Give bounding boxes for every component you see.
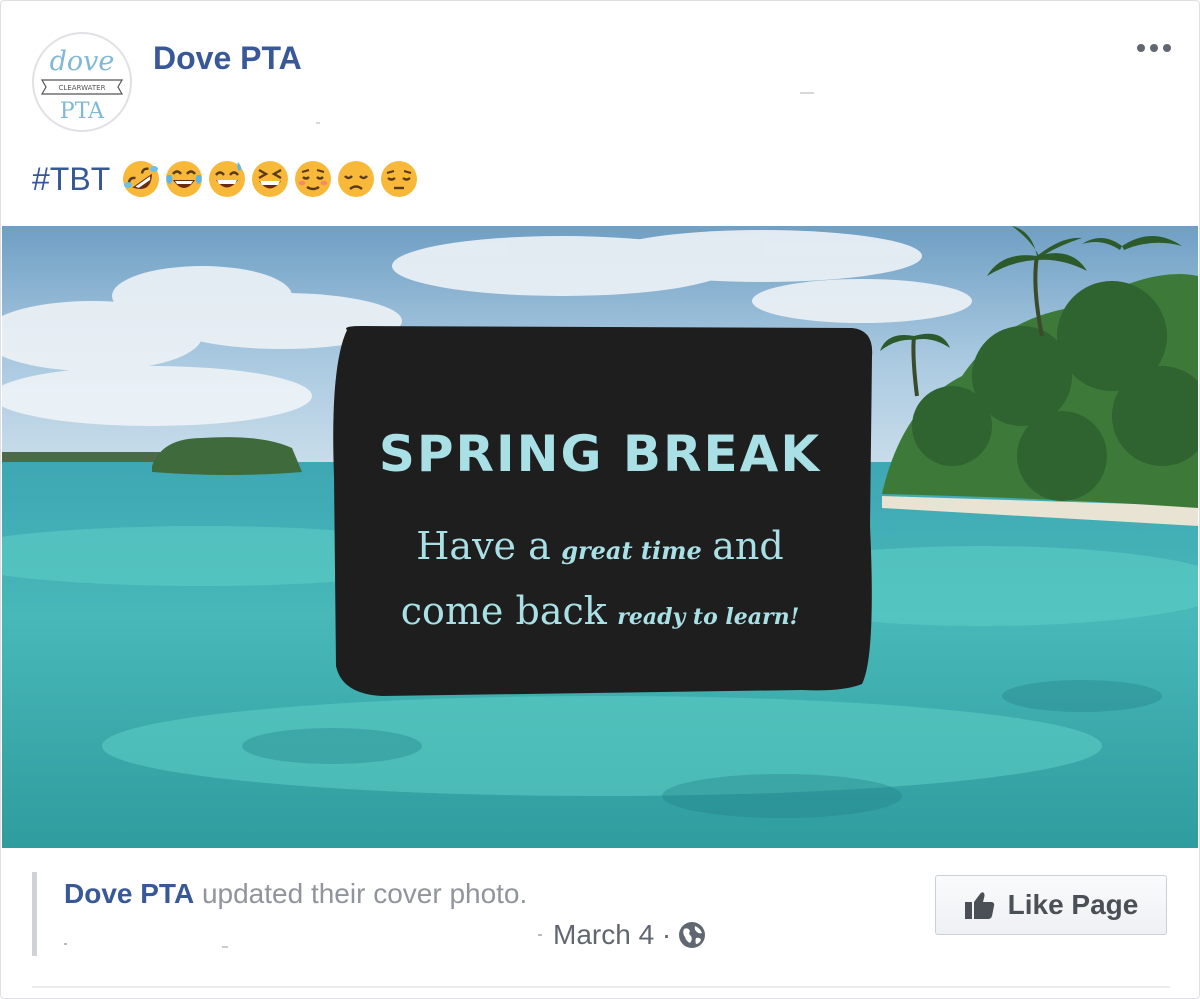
attachment-quote-bar bbox=[32, 872, 37, 956]
disappointed-face-emoji-icon bbox=[338, 161, 375, 197]
cover-photo[interactable]: SPRING BREAK Have a great time and come … bbox=[2, 226, 1198, 848]
attachment-action-text: updated their cover photo. bbox=[194, 878, 528, 909]
attachment-caption: Dove PTA updated their cover photo. bbox=[64, 878, 527, 910]
bottom-divider bbox=[32, 986, 1170, 988]
like-page-button[interactable]: Like Page bbox=[935, 875, 1167, 935]
post-message: #TBT bbox=[32, 159, 419, 199]
page-avatar[interactable]: dove CLEARWATER PTA bbox=[32, 32, 132, 132]
like-page-label: Like Page bbox=[1007, 889, 1139, 920]
face-with-tears-of-joy-emoji-icon bbox=[166, 161, 203, 197]
hashtag-link[interactable]: #TBT bbox=[32, 161, 110, 198]
dot-icon bbox=[1137, 44, 1145, 52]
relieved-face-emoji-icon bbox=[295, 161, 332, 197]
redacted-mark bbox=[64, 943, 67, 945]
distant-shore bbox=[2, 452, 162, 462]
post-timestamp[interactable]: March 4 · bbox=[553, 919, 706, 951]
globe-icon bbox=[679, 922, 706, 948]
sign-board bbox=[333, 326, 873, 696]
pensive-face-emoji-icon bbox=[381, 161, 418, 197]
dot-icon bbox=[1150, 44, 1158, 52]
redacted-mark bbox=[538, 934, 542, 936]
avatar-top-text: dove bbox=[50, 46, 115, 77]
redacted-mark bbox=[316, 122, 320, 124]
post-date[interactable]: March 4 · bbox=[553, 919, 671, 951]
grinning-face-with-sweat-emoji-icon bbox=[209, 161, 246, 197]
dot-icon bbox=[1163, 44, 1171, 52]
avatar-bottom-text: PTA bbox=[60, 99, 105, 124]
grinning-squinting-face-emoji-icon bbox=[252, 161, 289, 197]
attachment-author-link[interactable]: Dove PTA bbox=[64, 878, 194, 909]
redacted-mark bbox=[800, 92, 814, 94]
page-name-link[interactable]: Dove PTA bbox=[153, 40, 302, 77]
rolling-on-floor-laughing-emoji-icon bbox=[123, 161, 160, 197]
avatar-banner-text: CLEARWATER bbox=[59, 84, 106, 92]
sign-headline: SPRING BREAK bbox=[379, 425, 822, 483]
redacted-mark bbox=[222, 946, 228, 948]
more-options-button[interactable] bbox=[1130, 30, 1178, 66]
thumbs-up-icon bbox=[964, 892, 994, 919]
